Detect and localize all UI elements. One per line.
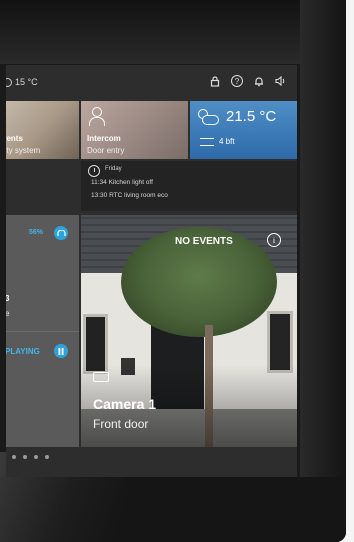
media-climate-panel[interactable]: 56% 3 e PLAYING	[6, 215, 79, 447]
wind-info: 4 bft	[200, 137, 235, 146]
device-frame: 15 °C ? vents rity system Interc	[0, 0, 346, 542]
camera-icon	[93, 372, 109, 382]
weather-tile[interactable]: 21.5 °C 4 bft	[190, 101, 297, 159]
wind-value: 4 bft	[219, 137, 235, 146]
status-bar: 15 °C ?	[6, 65, 297, 101]
outdoor-temperature-value: 15 °C	[15, 77, 38, 87]
help-icon[interactable]: ?	[231, 75, 243, 87]
outdoor-temperature: 15 °C	[6, 77, 38, 87]
intercom-tile[interactable]: Intercom Door entry	[81, 101, 188, 159]
wind-icon	[200, 137, 214, 146]
lock-icon[interactable]	[209, 75, 221, 87]
camera-status: NO EVENTS	[175, 236, 233, 247]
info-icon[interactable]: i	[267, 233, 281, 247]
pause-icon[interactable]	[54, 344, 68, 358]
camera-image-window	[267, 311, 293, 373]
events-tile-title: vents	[6, 134, 23, 143]
event-log-entry: 13:30 RTC living room eco	[91, 192, 168, 199]
touch-screen: 15 °C ? vents rity system Interc	[6, 65, 297, 477]
item-number: 3	[6, 294, 10, 303]
status-icons: ?	[209, 75, 287, 87]
bell-icon[interactable]	[253, 75, 265, 87]
person-icon	[89, 107, 105, 126]
page-dot[interactable]	[45, 455, 49, 459]
events-tile-subtitle: rity system	[6, 146, 41, 155]
camera-subtitle: Front door	[93, 417, 149, 431]
level-percent: 56%	[29, 229, 44, 236]
event-log-entry: 11:34 Kitchen light off	[91, 179, 153, 186]
weather-temperature: 21.5 °C	[226, 108, 277, 125]
events-tile[interactable]: vents rity system	[6, 101, 79, 159]
camera-title: Camera 1	[93, 396, 157, 412]
page-dot[interactable]	[34, 455, 38, 459]
sun-cloud-icon	[198, 109, 220, 127]
speaker-icon[interactable]	[275, 75, 287, 87]
intercom-tile-subtitle: Door entry	[87, 146, 125, 155]
playback-status: PLAYING	[6, 347, 40, 356]
intercom-tile-title: Intercom	[87, 134, 121, 143]
camera-tile[interactable]: NO EVENTS i Camera 1 Front door	[81, 215, 297, 447]
cloud-icon	[6, 77, 12, 87]
page-dot[interactable]	[12, 455, 16, 459]
page-dot[interactable]	[23, 455, 27, 459]
bezel-right	[300, 0, 346, 542]
bezel-top	[0, 0, 346, 64]
clock-icon	[88, 165, 100, 177]
fan-icon[interactable]	[54, 226, 68, 240]
page-indicator[interactable]	[12, 455, 49, 459]
item-subtitle: e	[6, 309, 10, 318]
event-log-day: Friday	[105, 166, 122, 172]
event-log-panel[interactable]: Friday 11:34 Kitchen light off 13:30 RTC…	[81, 161, 297, 211]
divider	[6, 331, 79, 332]
